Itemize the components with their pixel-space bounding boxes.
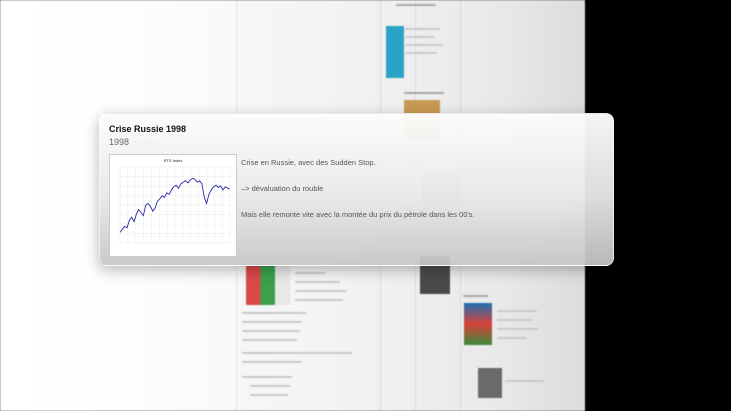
- description-paragraph: Mais elle remonte vite avec la montée du…: [241, 210, 475, 219]
- thumbnail-image: [464, 303, 492, 345]
- thumbnail-image: [478, 368, 502, 398]
- chart-image: RTS Index: [109, 154, 237, 257]
- card-title: Crise Russie 1998: [109, 124, 187, 134]
- description-paragraph: –> dévaluation du rouble: [241, 184, 324, 193]
- card-year: 1998: [109, 137, 130, 147]
- thumbnail-image: [246, 265, 290, 305]
- thumbnail-image: [386, 26, 404, 78]
- rts-index-chart: RTS Index: [119, 158, 231, 244]
- description-paragraph: Crise en Russie, avec des Sudden Stop.: [241, 158, 376, 167]
- card-year-suffix: ········: [134, 137, 158, 147]
- preview-card[interactable]: Crise Russie 1998 1998 ········ RTS Inde…: [99, 113, 614, 266]
- card-description: Crise en Russie, avec des Sudden Stop. –…: [241, 158, 601, 236]
- chart-title: RTS Index: [164, 158, 183, 163]
